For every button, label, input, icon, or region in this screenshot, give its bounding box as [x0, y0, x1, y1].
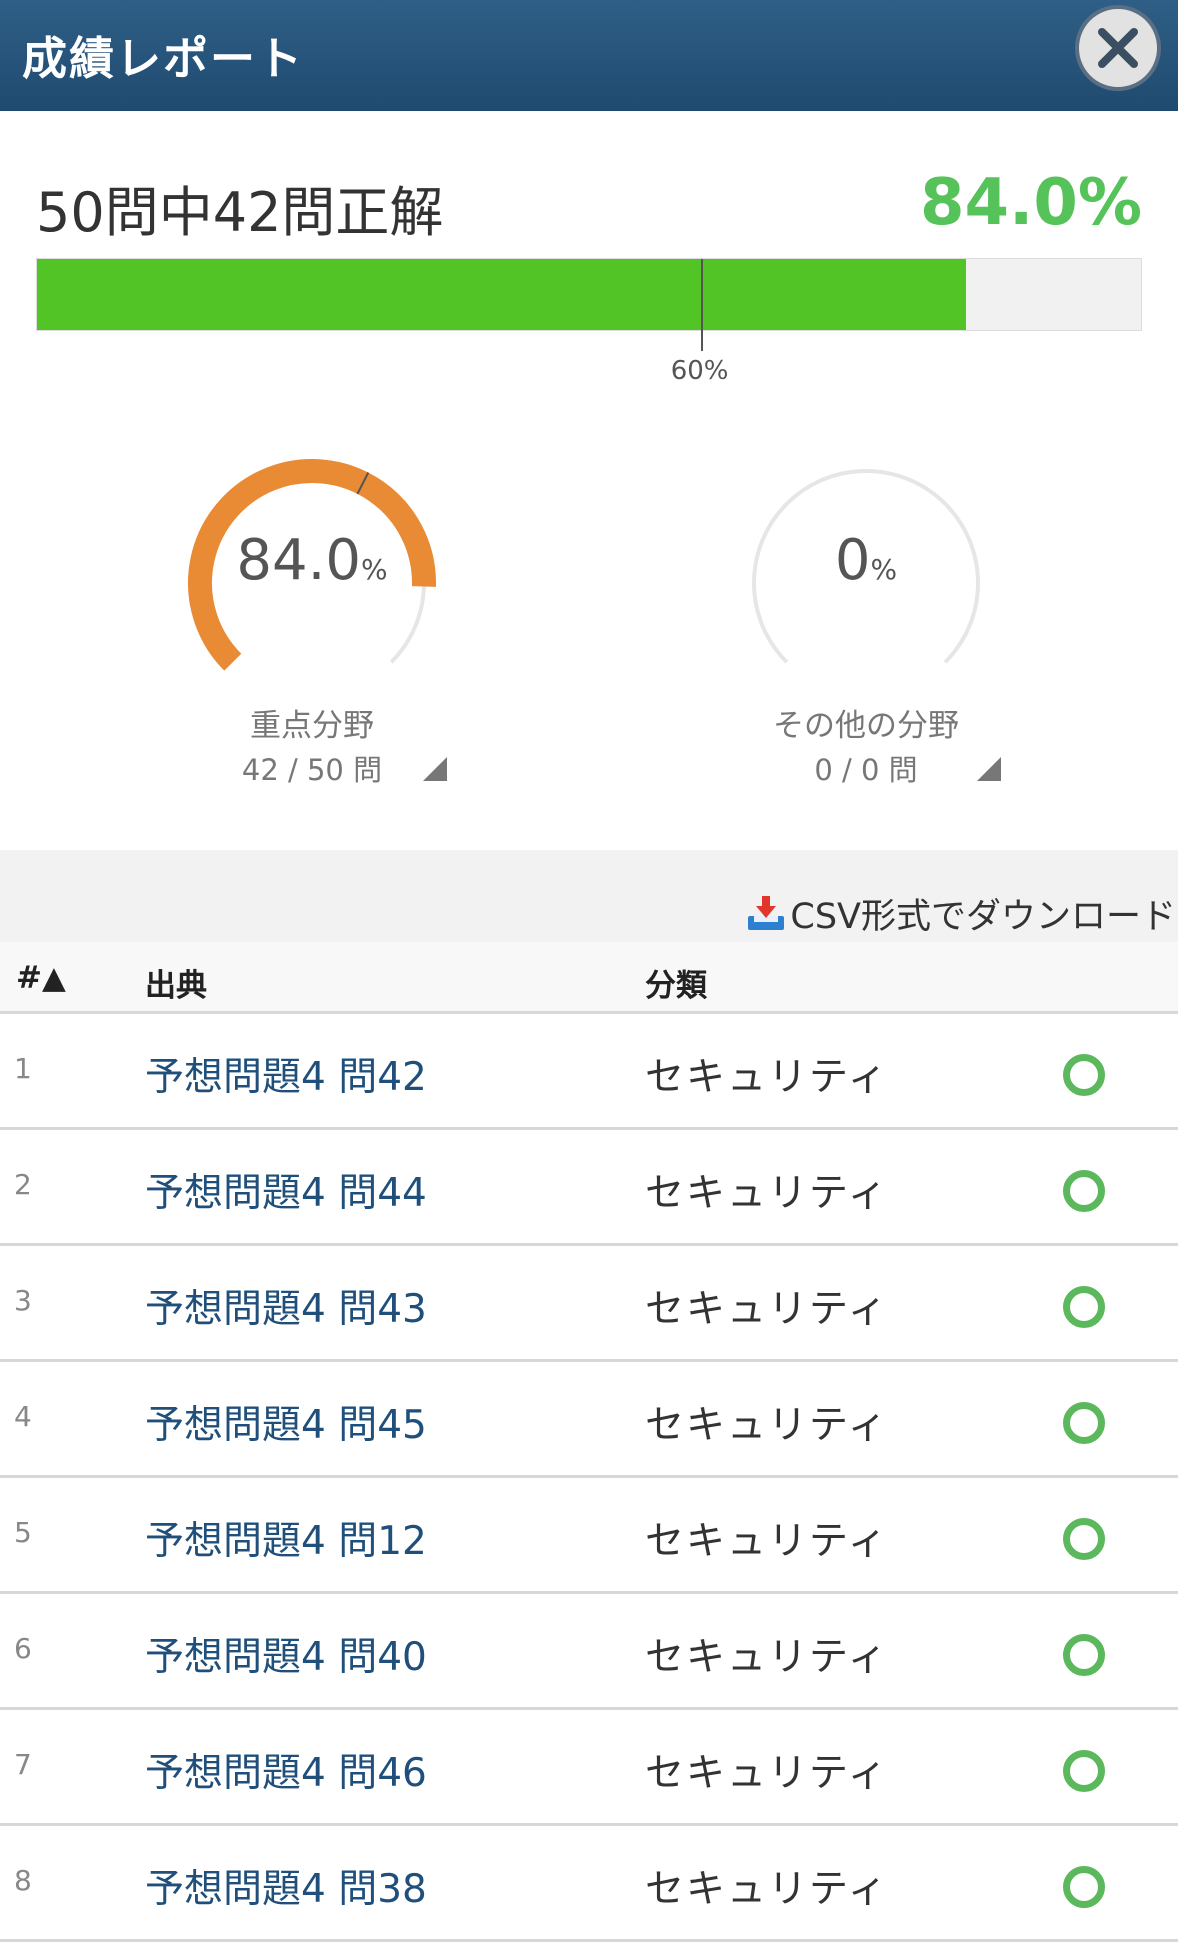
report-title: 成績レポート — [22, 32, 305, 85]
column-header-number[interactable]: #▲ — [16, 960, 66, 996]
row-category: セキュリティ — [645, 1287, 889, 1332]
correct-circle-icon — [1063, 1170, 1105, 1212]
correct-circle-icon — [1063, 1750, 1105, 1792]
row-category: セキュリティ — [645, 1751, 889, 1796]
gauge-count: 42 / 50 問 — [241, 753, 383, 787]
score-progress-bar — [36, 258, 1142, 351]
row-number: 3 — [14, 1284, 32, 1317]
question-link[interactable]: 予想問題4 問38 — [145, 1858, 427, 1914]
row-category: セキュリティ — [645, 1055, 889, 1100]
question-link[interactable]: 予想問題4 問42 — [145, 1046, 427, 1102]
expand-corner-icon[interactable] — [977, 757, 1001, 781]
table-toolbar: CSV形式でダウンロード — [0, 850, 1178, 942]
question-link[interactable]: 予想問題4 問45 — [145, 1394, 427, 1450]
row-number: 4 — [14, 1400, 32, 1433]
row-category: セキュリティ — [645, 1171, 889, 1216]
row-number: 8 — [14, 1864, 32, 1897]
table-header: #▲ 出典 分類 — [0, 942, 1178, 1014]
question-link[interactable]: 予想問題4 問12 — [145, 1510, 427, 1566]
correct-circle-icon — [1063, 1866, 1105, 1908]
gauge-count: 0 / 0 問 — [814, 753, 918, 787]
table-row: 3 予想問題4 問43 セキュリティ — [0, 1246, 1178, 1362]
download-tray-icon — [748, 895, 785, 930]
correct-circle-icon — [1063, 1518, 1105, 1560]
pass-line-marker — [700, 259, 703, 351]
row-number: 5 — [14, 1516, 32, 1549]
question-link[interactable]: 予想問題4 問44 — [145, 1162, 427, 1218]
gauge-label: その他の分野 — [773, 708, 959, 744]
table-row: 1 予想問題4 問42 セキュリティ — [0, 1014, 1178, 1130]
csv-download-link[interactable]: CSV形式でダウンロード — [746, 888, 1176, 939]
question-link[interactable]: 予想問題4 問46 — [145, 1742, 427, 1798]
row-number: 1 — [14, 1052, 32, 1085]
score-percent: 84.0% — [919, 166, 1142, 240]
gauge-other-area: 0% — [716, 433, 1016, 733]
column-header-category[interactable]: 分類 — [645, 960, 707, 1005]
table-row: 2 予想問題4 問44 セキュリティ — [0, 1130, 1178, 1246]
table-row: 6 予想問題4 問40 セキュリティ — [0, 1594, 1178, 1710]
report-header: 成績レポート — [0, 0, 1178, 111]
row-category: セキュリティ — [645, 1519, 889, 1564]
row-number: 7 — [14, 1748, 32, 1781]
column-header-source[interactable]: 出典 — [145, 960, 207, 1005]
correct-circle-icon — [1063, 1634, 1105, 1676]
score-summary: 50問中42問正解 — [36, 181, 444, 244]
correct-circle-icon — [1063, 1286, 1105, 1328]
correct-circle-icon — [1063, 1402, 1105, 1444]
pass-line-label: 60% — [670, 356, 729, 386]
table-row: 5 予想問題4 問12 セキュリティ — [0, 1478, 1178, 1594]
score-progress-fill — [37, 259, 967, 330]
gauge-focus-area: 84.0% — [162, 433, 462, 733]
close-icon — [1098, 28, 1138, 68]
correct-circle-icon — [1063, 1054, 1105, 1096]
question-link[interactable]: 予想問題4 問43 — [145, 1278, 427, 1334]
row-category: セキュリティ — [645, 1403, 889, 1448]
expand-corner-icon[interactable] — [423, 757, 447, 781]
table-row: 4 予想問題4 問45 セキュリティ — [0, 1362, 1178, 1478]
gauge-label: 重点分野 — [250, 708, 374, 744]
row-category: セキュリティ — [645, 1867, 889, 1912]
question-link[interactable]: 予想問題4 問40 — [145, 1626, 427, 1682]
gauge-value: 84.0% — [236, 528, 388, 593]
close-button[interactable] — [1075, 5, 1161, 91]
row-number: 2 — [14, 1168, 32, 1201]
gauge-value: 0% — [834, 528, 898, 593]
row-number: 6 — [14, 1632, 32, 1665]
row-category: セキュリティ — [645, 1635, 889, 1680]
table-row: 7 予想問題4 問46 セキュリティ — [0, 1710, 1178, 1826]
table-row: 8 予想問題4 問38 セキュリティ — [0, 1826, 1178, 1942]
